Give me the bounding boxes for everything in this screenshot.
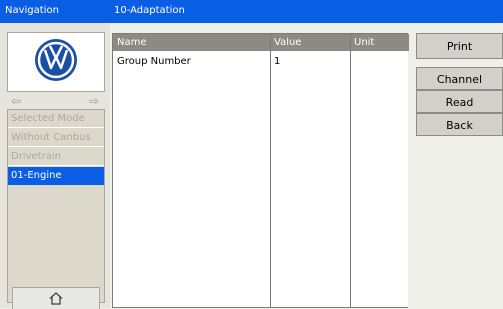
back-button[interactable]: Back [416, 113, 503, 136]
home-icon [49, 292, 63, 305]
cell-name: Group Number [117, 56, 191, 67]
arrow-right-icon[interactable]: ⇨ [89, 94, 99, 108]
read-button[interactable]: Read [416, 90, 503, 113]
nav-item-drivetrain[interactable]: Drivetrain [8, 148, 104, 166]
print-button[interactable]: Print [416, 33, 503, 59]
title-bar: Navigation 10-Adaptation [0, 0, 503, 23]
column-divider [270, 34, 271, 307]
column-header-unit: Unit [354, 37, 375, 48]
column-divider [350, 34, 351, 307]
nav-item-without-canbus[interactable]: Without Canbus [8, 129, 104, 147]
nav-arrows: ⇦ ⇨ [7, 94, 103, 108]
nav-list: Selected Mode Without Canbus Drivetrain … [7, 109, 105, 303]
cell-value: 1 [274, 56, 281, 67]
arrow-left-icon[interactable]: ⇦ [11, 94, 21, 108]
nav-item-selected-mode[interactable]: Selected Mode [8, 110, 104, 128]
page-title: 10-Adaptation [114, 5, 185, 16]
adaptation-table: Name Value Unit Group Number 1 [112, 33, 409, 308]
navigation-panel: ⇦ ⇨ Selected Mode Without Canbus Drivetr… [0, 23, 110, 308]
nav-item-01-engine[interactable]: 01-Engine [8, 167, 104, 185]
channel-button[interactable]: Channel [416, 67, 503, 90]
column-header-name: Name [117, 37, 147, 48]
navigation-title: Navigation [5, 5, 59, 16]
home-button[interactable] [12, 287, 100, 309]
vw-logo-icon [35, 39, 77, 81]
table-header: Name Value Unit [113, 34, 409, 51]
column-header-value: Value [274, 37, 302, 48]
logo-box [7, 32, 105, 92]
